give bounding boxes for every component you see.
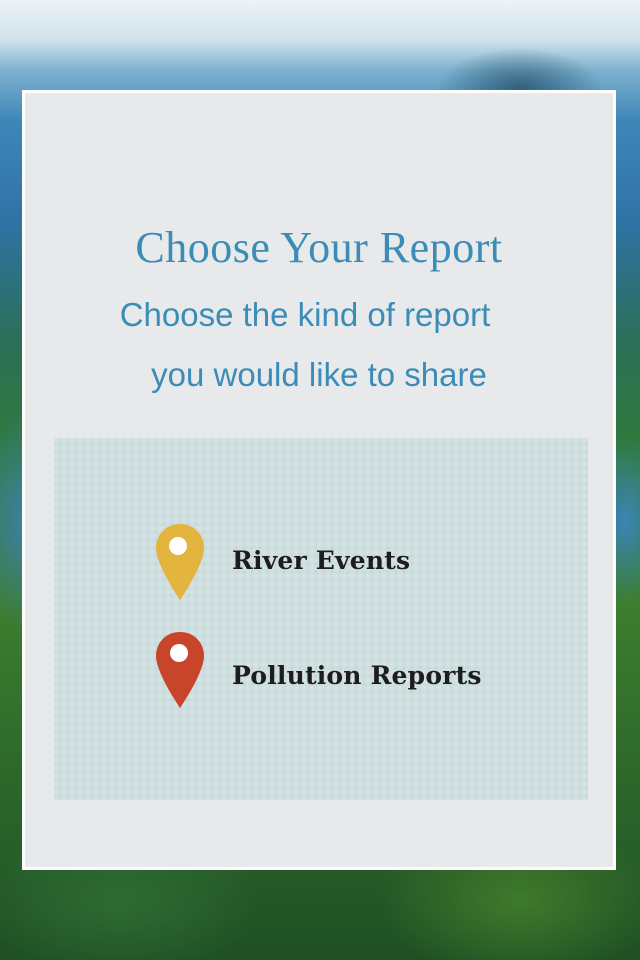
- subtitle-line-1: Choose the kind of report: [119, 296, 491, 333]
- pollution-reports-label: Pollution Reports: [232, 660, 482, 690]
- river-events-label: River Events: [232, 545, 411, 575]
- map-pin-icon: [156, 632, 204, 708]
- subtitle-line-2: you would like to share: [151, 356, 487, 393]
- pollution-reports-option[interactable]: Pollution Reports: [154, 630, 482, 710]
- map-pin-icon: [156, 524, 204, 600]
- report-options-panel: River Events Pollution Reports: [54, 438, 588, 800]
- river-events-option[interactable]: River Events: [154, 522, 410, 602]
- page-title: Choose Your Report: [135, 223, 503, 272]
- report-chooser-card: Choose Your Report Choose the kind of re…: [22, 90, 616, 870]
